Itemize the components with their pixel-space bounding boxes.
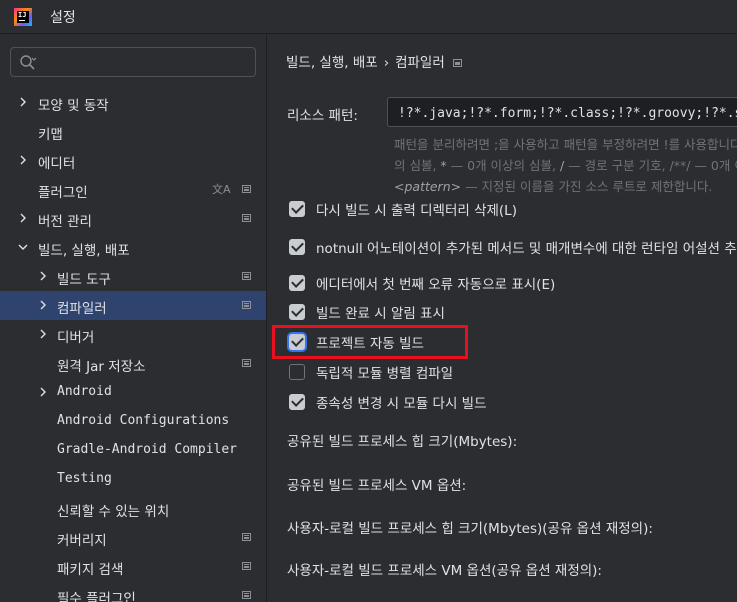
sidebar-item-label: 패키지 검색 [57,562,124,578]
option-row[interactable]: 프로젝트 자동 빌드 [289,331,424,353]
option-row[interactable]: 빌드 완료 시 알림 표시 [289,301,445,323]
shared-vm-label: 공유된 빌드 프로세스 VM 옵션: [287,478,467,494]
sidebar-item[interactable]: 커버리지 [0,523,266,552]
project-settings-icon [242,591,251,599]
option-label: 종속성 변경 시 모듈 다시 빌드 [316,396,487,412]
compiler-settings-panel: 빌드, 실행, 배포 › 컴파일러 리소스 패턴: 패턴을 분리하려면 ;을 사용하… [267,34,737,602]
sidebar-item[interactable]: 필수 플러그인 [0,581,266,602]
breadcrumb: 빌드, 실행, 배포 › 컴파일러 [286,51,462,71]
option-label: 빌드 완료 시 알림 표시 [316,306,445,322]
resource-pattern-field[interactable] [387,97,737,127]
sidebar-item[interactable]: 디버거 [0,320,266,349]
sidebar-item-label: 컴파일러 [57,301,107,317]
sidebar-item[interactable]: 모양 및 동작 [0,88,266,117]
checkbox-checked[interactable] [289,275,305,291]
sidebar-item[interactable]: Android [0,378,266,407]
sidebar-item-label: 빌드 도구 [57,272,111,288]
resource-pattern-label: 리소스 패턴: [287,108,358,124]
chevron-right-icon[interactable] [38,271,48,281]
option-label: 프로젝트 자동 빌드 [316,336,424,352]
settings-sidebar: 모양 및 동작키맵에디터플러그인 文A 버전 관리빌드, 실행, 배포빌드 도구컴파… [0,34,267,602]
sidebar-item-label: 원격 Jar 저장소 [57,359,146,375]
sidebar-item-label: Android Configurations [57,413,230,428]
intellij-logo-icon: IJ [14,7,32,26]
sidebar-item[interactable]: Gradle-Android Compiler [0,436,266,465]
sidebar-item-label: 빌드, 실행, 배포 [38,243,130,259]
chevron-right-icon[interactable] [18,155,28,165]
user-heap-label: 사용자-로컬 빌드 프로세스 힙 크기(Mbytes)(공유 옵션 재정의): [287,521,653,537]
chevron-right-icon[interactable] [18,213,28,223]
project-settings-icon [242,562,251,570]
option-label: 다시 빌드 시 출력 디렉터리 삭제(L) [316,203,517,219]
project-settings-icon [242,301,251,309]
sidebar-item[interactable]: 빌드, 실행, 배포 [0,233,266,262]
resource-hint-line1: 패턴을 분리하려면 ;을 사용하고 패턴을 부정하려면 !를 사용합니다. 허용… [394,137,737,152]
checkbox-checked[interactable] [289,239,305,255]
project-settings-icon [242,533,251,541]
user-vm-label: 사용자-로컬 빌드 프로세스 VM 옵션(공유 옵션 재정의): [287,563,602,579]
sidebar-item-label: 키맵 [38,127,63,143]
option-label: notnull 어노테이션이 추가된 메서드 및 매개변수에 대한 런타임 어설… [316,241,737,257]
option-label: 에디터에서 첫 번째 오류 자동으로 표시(E) [316,277,556,293]
project-settings-icon [452,59,462,67]
sidebar-item[interactable]: Testing [0,465,266,494]
settings-tree: 모양 및 동작키맵에디터플러그인 文A 버전 관리빌드, 실행, 배포빌드 도구컴파… [0,88,266,602]
title-bar: IJ 설정 [0,0,737,34]
option-row[interactable]: 종속성 변경 시 모듈 다시 빌드 [289,391,487,413]
sidebar-item-label: Android [57,384,112,399]
sidebar-item[interactable]: 버전 관리 [0,204,266,233]
sidebar-item[interactable]: 빌드 도구 [0,262,266,291]
project-settings-icon [242,359,251,367]
window-title: 설정 [50,9,76,26]
sidebar-item-label: 플러그인 [38,185,88,201]
option-row[interactable]: 다시 빌드 시 출력 디렉터리 삭제(L) [289,198,517,220]
checkbox-unchecked[interactable] [289,364,305,380]
chevron-right-icon[interactable] [38,387,48,397]
breadcrumb-separator: › [383,55,390,71]
sidebar-item[interactable]: Android Configurations [0,407,266,436]
search-icon [20,55,37,70]
sidebar-item-label: Testing [57,471,112,486]
project-settings-icon [242,185,251,193]
project-settings-icon [242,272,251,280]
sidebar-item[interactable]: 플러그인 文A [0,175,266,204]
resource-hint-line2: 의 심볼, * — 0개 이상의 심볼, / — 경로 구분 기호, /**/ … [394,158,737,173]
chevron-right-icon[interactable] [18,97,28,107]
chevron-down-icon[interactable] [18,242,28,252]
sidebar-item[interactable]: 에디터 [0,146,266,175]
sidebar-item[interactable]: 원격 Jar 저장소 [0,349,266,378]
sidebar-item-label: 에디터 [38,156,76,172]
breadcrumb-parent[interactable]: 빌드, 실행, 배포 [286,55,378,71]
checkbox-checked[interactable] [289,201,305,217]
resource-pattern-input[interactable] [396,102,737,124]
chevron-right-icon[interactable] [38,329,48,339]
sidebar-item[interactable]: 패키지 검색 [0,552,266,581]
option-row[interactable]: 독립적 모듈 병렬 컴파일 [289,361,453,383]
checkbox-checked[interactable] [289,334,305,350]
sidebar-item-label: 모양 및 동작 [38,98,109,114]
option-row[interactable]: notnull 어노테이션이 추가된 메서드 및 매개변수에 대한 런타임 어설… [289,236,737,258]
sidebar-item[interactable]: 컴파일러 [0,291,266,320]
option-label: 독립적 모듈 병렬 컴파일 [316,366,454,382]
checkbox-checked[interactable] [289,394,305,410]
resource-hint-line3: <pattern> — 지정된 이름을 가진 소스 루트로 제한합니다. [394,179,713,194]
sidebar-item[interactable]: 키맵 [0,117,266,146]
sidebar-item-label: Gradle-Android Compiler [57,442,238,457]
chevron-right-icon[interactable] [38,300,48,310]
sidebar-item-label: 필수 플러그인 [57,591,136,602]
search-input[interactable] [45,52,249,74]
option-row[interactable]: 에디터에서 첫 번째 오류 자동으로 표시(E) [289,272,555,294]
breadcrumb-current: 컴파일러 [395,55,445,71]
sidebar-item-label: 신뢰할 수 있는 위치 [57,504,170,520]
sidebar-item[interactable]: 신뢰할 수 있는 위치 [0,494,266,523]
checkbox-checked[interactable] [289,304,305,320]
sidebar-item-label: 버전 관리 [38,214,92,230]
project-settings-icon [242,214,251,222]
sidebar-item-label: 커버리지 [57,533,107,549]
settings-search[interactable] [10,47,256,77]
shared-heap-label: 공유된 빌드 프로세스 힙 크기(Mbytes): [287,434,518,450]
sidebar-item-label: 디버거 [57,330,95,346]
translate-icon: 文A [212,183,231,196]
